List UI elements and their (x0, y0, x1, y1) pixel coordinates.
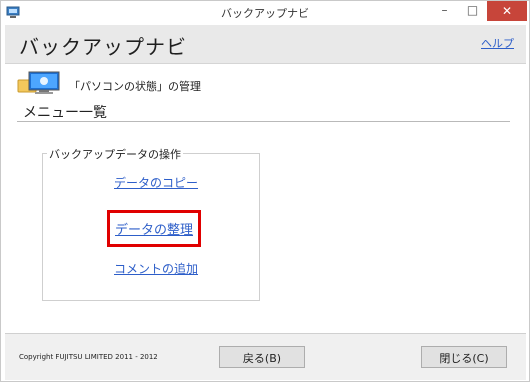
backup-navi-window: バックアップナビ – □ ✕ バックアップナビ ヘルプ 「パソコンの状態」の管理… (0, 0, 530, 382)
title-bar[interactable]: バックアップナビ – □ ✕ (1, 1, 529, 25)
close-button[interactable]: 閉じる(C) (421, 346, 507, 368)
add-comment-link[interactable]: コメントの追加 (114, 260, 198, 277)
back-button[interactable]: 戻る(B) (219, 346, 305, 368)
close-icon[interactable]: ✕ (487, 1, 527, 21)
help-link[interactable]: ヘルプ (481, 35, 514, 51)
app-title: バックアップナビ (19, 35, 187, 59)
header-band: バックアップナビ ヘルプ (5, 25, 526, 64)
divider (17, 121, 510, 122)
organize-data-link[interactable]: データの整理 (107, 210, 202, 247)
minimize-icon[interactable]: – (431, 1, 458, 21)
copyright-text: Copyright FUJITSU LIMITED 2011 - 2012 (19, 353, 158, 361)
maximize-icon[interactable]: □ (459, 1, 486, 21)
section-title: 「パソコンの状態」の管理 (69, 80, 201, 93)
computer-monitor-icon (17, 71, 60, 94)
groupbox-legend: バックアップデータの操作 (47, 146, 183, 162)
footer: Copyright FUJITSU LIMITED 2011 - 2012 戻る… (5, 333, 526, 380)
backup-data-groupbox: バックアップデータの操作 データのコピー データの整理 コメントの追加 (42, 146, 260, 301)
copy-data-link[interactable]: データのコピー (114, 174, 198, 191)
menu-heading: メニュー一覧 (23, 105, 107, 121)
